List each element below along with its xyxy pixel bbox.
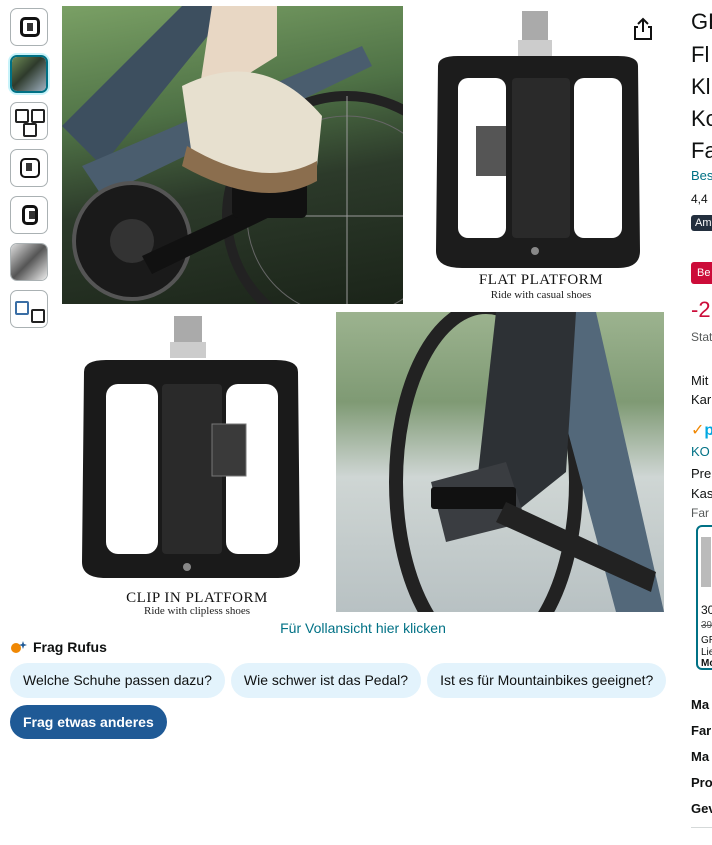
swatch-lie: Lie [701, 647, 712, 658]
swatch-gr: GR [701, 635, 712, 646]
product-title-line: Kl [691, 74, 711, 99]
pre-text: Pre [691, 466, 712, 481]
divider [691, 827, 712, 828]
clipless-scene-graphic [389, 312, 664, 612]
amazon-choice-badge: Am [691, 215, 712, 231]
flat-platform-subtitle: Ride with casual shoes [490, 289, 592, 301]
bestseller-link[interactable]: Bes [691, 168, 712, 183]
prime-text: p [704, 422, 712, 439]
thumbnail-6[interactable] [10, 243, 48, 281]
swatch-old-price: 39 [701, 620, 712, 631]
flat-pedal-graphic [436, 11, 640, 268]
color-swatch-selected[interactable]: 30 39 GR Lie Mo [696, 525, 712, 670]
rufus-label: Frag Rufus [33, 639, 107, 655]
ask-something-else-button[interactable]: Frag etwas anderes [10, 705, 167, 739]
thumbnail-3[interactable] [10, 102, 48, 140]
pedal-diagram-icon [20, 158, 40, 178]
product-title-line: Fl [691, 42, 710, 67]
part-icon [31, 109, 45, 123]
kas-text: Kas [691, 486, 712, 501]
bike-scene-graphic [62, 6, 403, 304]
product-details-column: GE Fl Kl Ko Fa Bes 4,4 Am Be -2 Stat Mit… [691, 0, 712, 845]
pedal-icon [20, 17, 40, 37]
part-icon [31, 309, 45, 323]
flat-riding-photo [62, 6, 403, 304]
flat-platform-image: FLAT PLATFORM Ride with casual shoes [418, 6, 664, 304]
rufus-sparkle-icon [11, 641, 27, 653]
spec-label: Far [691, 723, 712, 738]
spec-label: Pro [691, 775, 712, 790]
share-icon[interactable] [630, 16, 656, 42]
rufus-chip-mtb[interactable]: Ist es für Mountainbikes geeignet? [427, 663, 667, 698]
prime-logo: ✓p [691, 420, 712, 440]
clip-pedal-graphic [82, 316, 300, 578]
thumbnail-5[interactable] [10, 196, 48, 234]
product-title-line: Fa [691, 138, 712, 163]
rufus-chip-weight[interactable]: Wie schwer ist das Pedal? [230, 663, 422, 698]
swatch-image [701, 537, 711, 587]
part-icon [15, 109, 29, 123]
spec-label: Ma [691, 697, 710, 712]
product-title-line: Ko [691, 106, 712, 131]
scene-image [11, 244, 47, 280]
main-product-image[interactable]: FLAT PLATFORM Ride with casual shoes CLI… [62, 6, 664, 617]
thumbnail-7[interactable] [10, 290, 48, 328]
pedal-side-icon [22, 205, 38, 225]
box-icon [15, 301, 29, 315]
thumbnail-4[interactable] [10, 149, 48, 187]
mit-text: Mit [691, 373, 709, 388]
kar-text: Kar [691, 392, 712, 407]
clip-platform-image: CLIP IN PLATFORM [62, 312, 332, 612]
kostenlose-link[interactable]: KO [691, 444, 710, 459]
clip-platform-subtitle: Ride with clipless shoes [143, 605, 251, 617]
spec-label: Gev [691, 801, 712, 816]
stat-price-label: Stat [691, 330, 712, 344]
thumbnail-strip [10, 8, 52, 337]
rufus-suggestions: Welche Schuhe passen dazu? Wie schwer is… [10, 663, 667, 698]
full-view-link[interactable]: Für Vollansicht hier klicken [62, 620, 664, 636]
discount-percent: -2 [691, 297, 711, 322]
rufus-header: Frag Rufus [10, 639, 107, 655]
rating-value[interactable]: 4,4 [691, 192, 708, 206]
scene-image [12, 57, 46, 91]
part-icon [23, 123, 37, 137]
farbe-label: Far [691, 506, 709, 520]
product-title-line: GE [691, 9, 712, 34]
deal-badge: Be [691, 262, 712, 284]
thumbnail-1[interactable] [10, 8, 48, 46]
spec-label: Ma [691, 749, 710, 764]
flat-platform-title: FLAT PLATFORM [478, 272, 604, 288]
swatch-mo: Mo [701, 658, 712, 669]
thumbnail-2[interactable] [10, 55, 48, 93]
swatch-price: 30 [701, 603, 712, 617]
clip-riding-photo [336, 312, 664, 612]
rufus-chip-shoes[interactable]: Welche Schuhe passen dazu? [10, 663, 225, 698]
